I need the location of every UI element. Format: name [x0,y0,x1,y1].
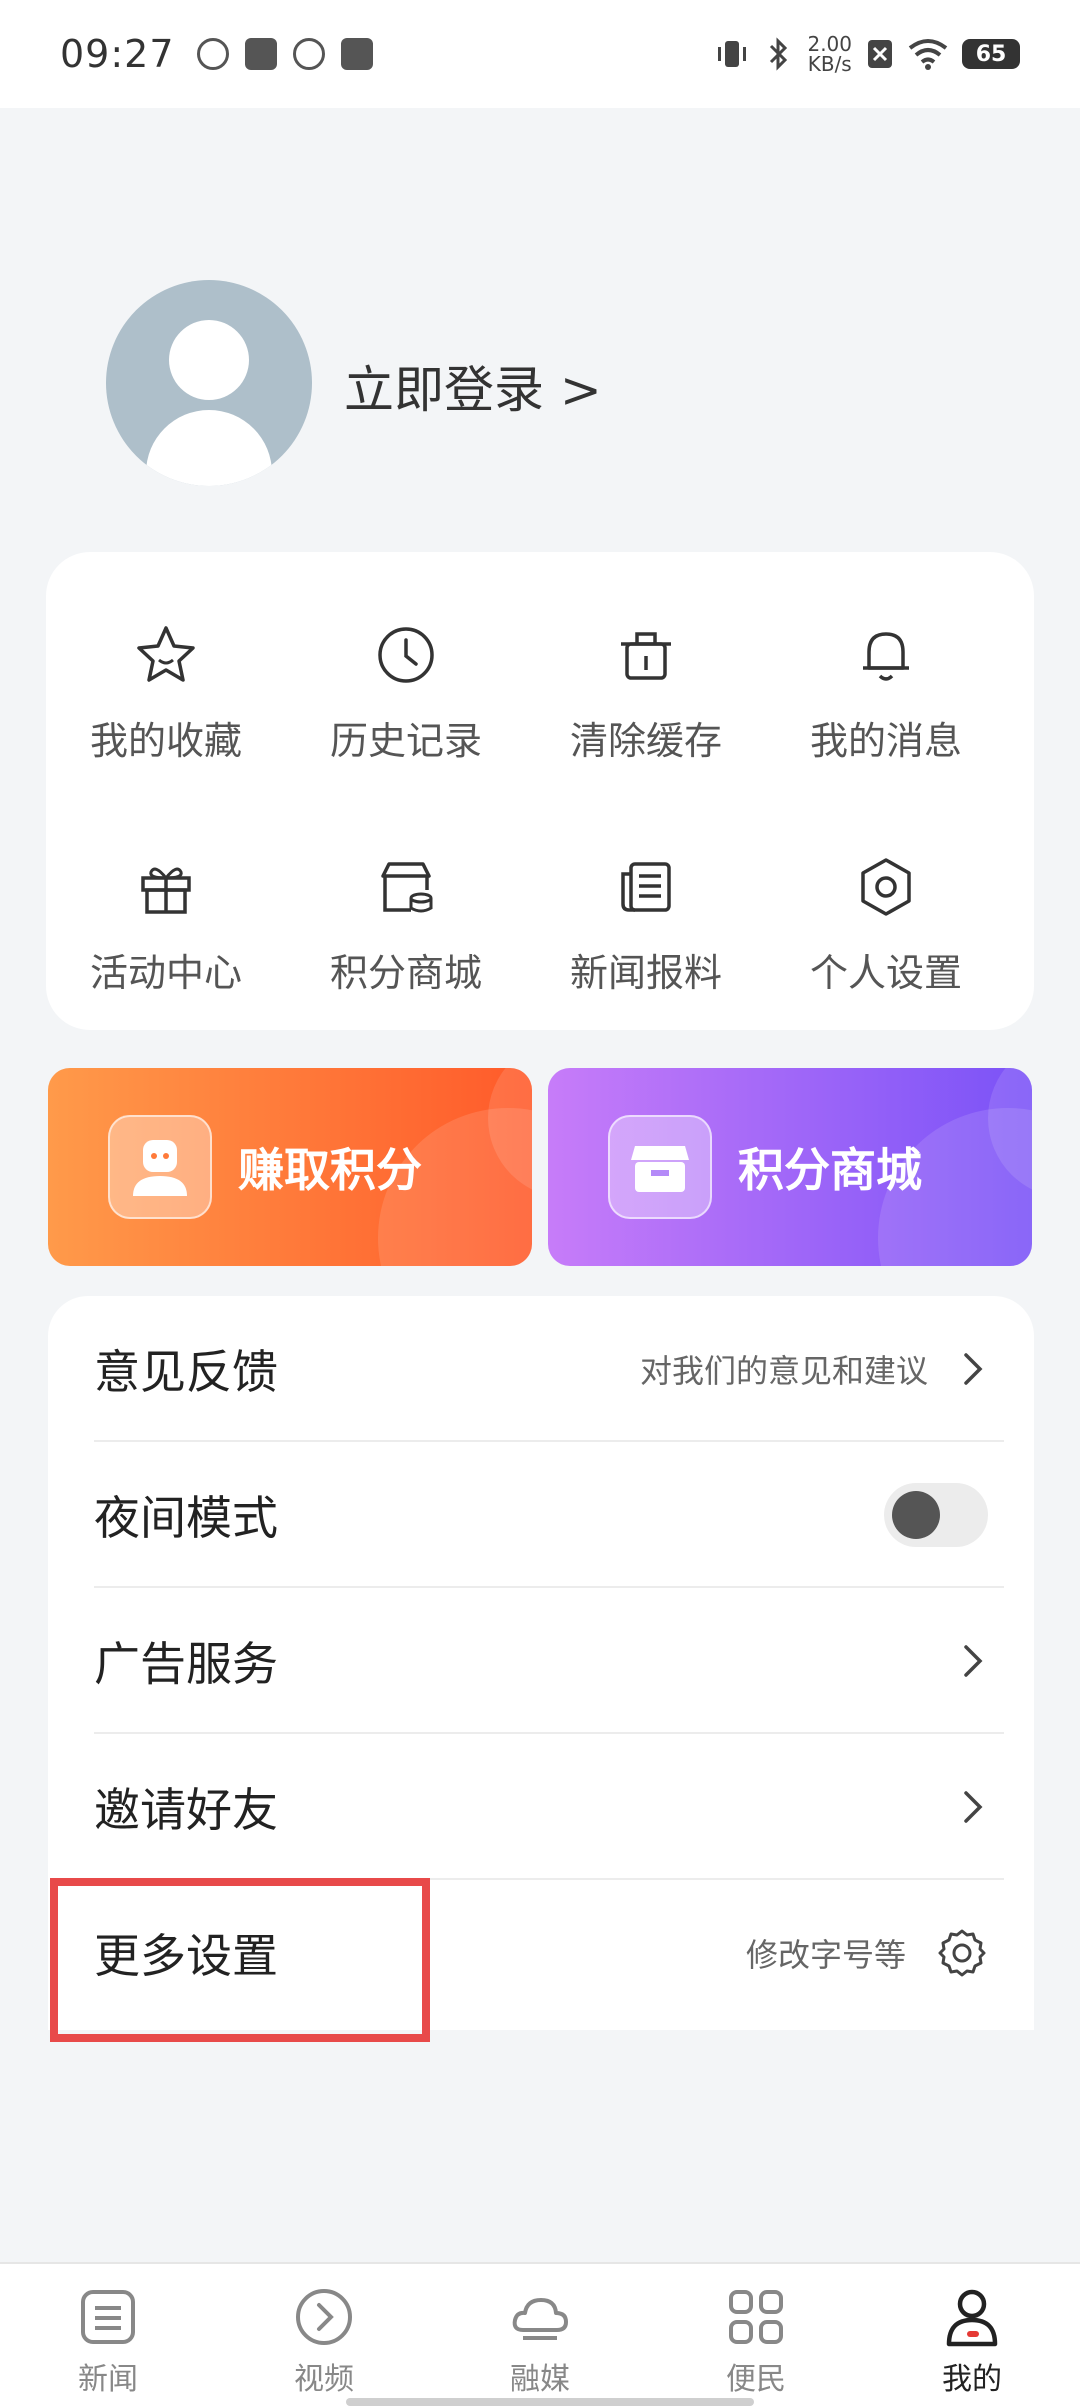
row-night-mode: 夜间模式 [48,1442,1034,1588]
nav-label: 视频 [294,2362,354,2397]
grid-item-personal-settings[interactable]: 个人设置 [766,824,1006,1024]
grid-icon [729,2290,783,2344]
nav-item-services[interactable]: 便民 [696,2286,816,2398]
grid-item-favorites[interactable]: 我的收藏 [46,592,286,792]
store-icon [381,862,433,913]
nav-item-mine[interactable]: 我的 [912,2286,1032,2398]
grid-item-news-tips[interactable]: 新闻报料 [526,824,766,1024]
no-sim-icon [868,40,892,68]
nav-label: 便民 [726,2362,786,2397]
row-invite-friends[interactable]: 邀请好友 [48,1734,1034,1880]
chevron-right-icon [964,1645,983,1677]
star-icon [137,626,195,682]
row-title: 广告服务 [94,1637,278,1691]
row-hint: 修改字号等 [745,1936,906,1974]
net-speed-unit: KB/s [807,52,852,76]
grid-label: 我的收藏 [89,719,242,763]
grid-label: 历史记录 [329,719,482,763]
grid-label: 活动中心 [89,951,242,995]
row-hint: 对我们的意见和建议 [639,1352,928,1390]
row-title: 更多设置 [94,1929,278,1983]
grid-item-history[interactable]: 历史记录 [286,592,526,792]
row-more-settings[interactable]: 更多设置 修改字号等 [48,1880,1034,2026]
wifi-icon [908,39,948,70]
person-icon [946,2289,998,2347]
grid-label: 新闻报料 [569,951,722,995]
grid-label: 积分商城 [329,951,482,995]
status-bar: 09:27 2.00 KB/s 65 [0,0,1080,108]
battery-indicator: 65 [962,39,1020,69]
notification-icons [196,38,373,70]
quick-actions-card: 我的收藏 历史记录 清除缓存 我的消息 活动中心 积分商城 新闻报料 个人设置 [46,552,1034,1030]
trash-icon [621,632,671,680]
nav-item-video[interactable]: 视频 [264,2286,384,2398]
row-title: 夜间模式 [94,1491,278,1545]
bluetooth-icon [770,37,788,71]
grid-item-clear-cache[interactable]: 清除缓存 [526,592,766,792]
app-icon [292,38,325,70]
bottom-nav: 新闻 视频 融媒 便民 我的 [0,2262,1080,2408]
play-icon [296,2289,352,2345]
points-mall-icon [608,1115,712,1219]
cloud-icon [512,2298,568,2340]
gift-icon [141,867,191,914]
nav-item-news[interactable]: 新闻 [48,2286,168,2398]
points-mall-label: 积分商城 [738,1143,922,1197]
nav-label: 融媒 [510,2362,570,2397]
toggle-knob [892,1491,940,1539]
login-link[interactable]: 立即登录 > [344,350,602,422]
earn-points-banner[interactable]: 赚取积分 [48,1068,532,1266]
flash-app-icon [340,38,373,70]
nav-label: 新闻 [78,2362,138,2397]
nav-item-media[interactable]: 融媒 [480,2286,600,2398]
net-speed-value: 2.00 [807,32,852,56]
grid-label: 我的消息 [809,719,962,763]
nav-label: 我的 [942,2362,1002,2397]
grid-item-points-mall[interactable]: 积分商城 [286,824,526,1024]
chevron-right-icon [964,1791,983,1823]
home-indicator[interactable] [346,2398,754,2406]
earn-points-icon [108,1115,212,1219]
gear-icon [938,1929,986,1977]
vibrate-icon [718,41,747,67]
grid-item-messages[interactable]: 我的消息 [766,592,1006,792]
chevron-right-icon [964,1353,983,1385]
grid-label: 个人设置 [809,951,962,995]
earn-points-label: 赚取积分 [238,1143,422,1197]
status-time: 09:27 [60,32,175,76]
night-mode-toggle[interactable] [884,1483,988,1547]
news-icon [81,2290,135,2344]
qq-icon [196,38,229,70]
settings-list: 意见反馈 对我们的意见和建议 夜间模式 广告服务 邀请好友 更多设置 修改字号等 [48,1296,1034,2030]
avatar[interactable] [106,280,312,486]
points-mall-banner[interactable]: 积分商城 [548,1068,1032,1266]
clock-icon [378,627,434,683]
news-icon [621,862,671,912]
avatar-head [169,320,249,400]
network-speed: 2.00 KB/s [807,34,852,74]
row-title: 邀请好友 [94,1783,278,1837]
bell-icon [863,632,909,681]
tiktok-icon [244,38,277,70]
avatar-body [146,410,272,486]
row-ad-service[interactable]: 广告服务 [48,1588,1034,1734]
row-feedback[interactable]: 意见反馈 对我们的意见和建议 [48,1296,1034,1442]
hexagon-settings-icon [861,858,911,916]
grid-item-activities[interactable]: 活动中心 [46,824,286,1024]
grid-label: 清除缓存 [569,719,722,763]
row-title: 意见反馈 [94,1345,278,1399]
